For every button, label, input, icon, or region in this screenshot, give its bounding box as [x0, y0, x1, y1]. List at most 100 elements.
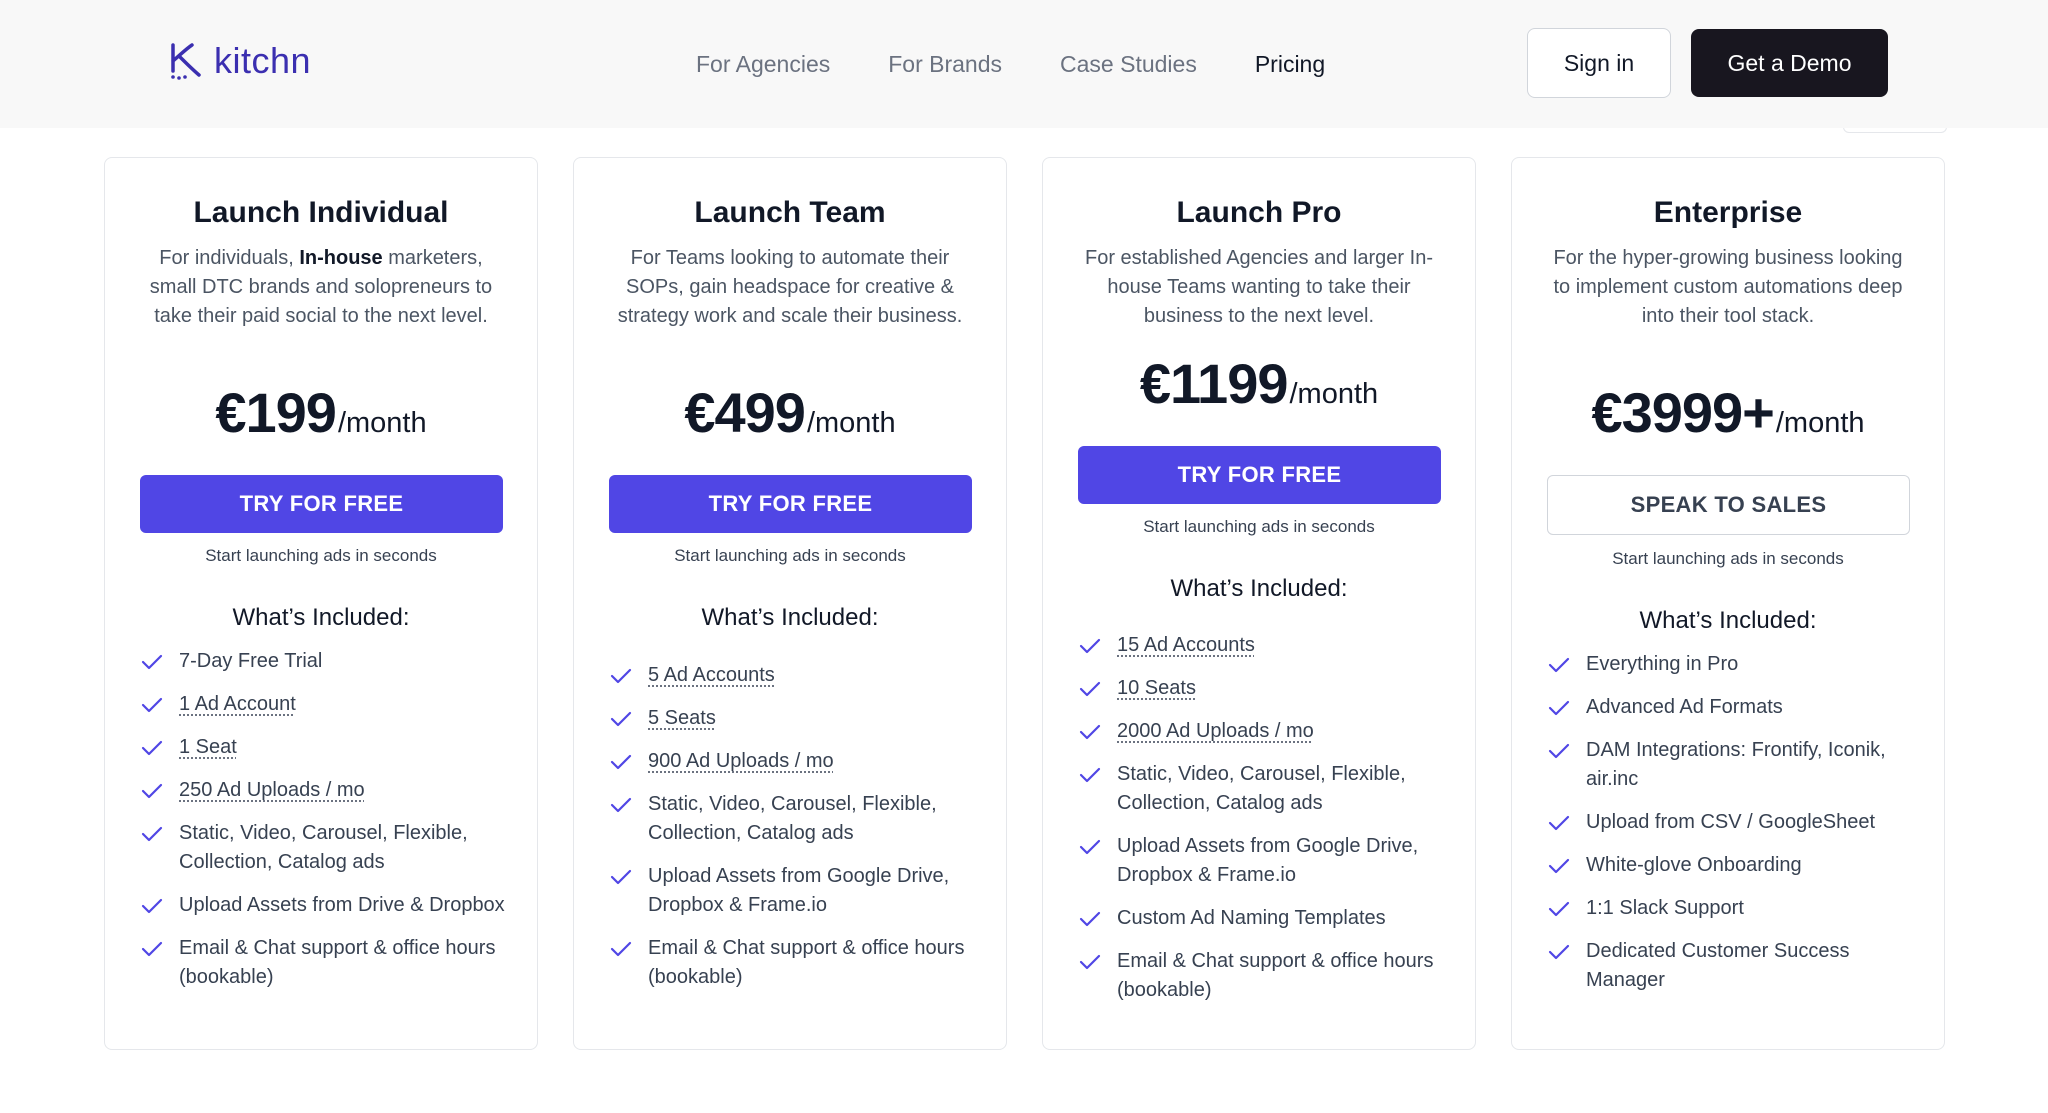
check-icon [1548, 743, 1570, 759]
feature-item: Upload Assets from Google Drive, Dropbox… [1079, 832, 1455, 890]
feature-item: Upload Assets from Google Drive, Dropbox… [610, 862, 986, 920]
nav-case-studies[interactable]: Case Studies [1060, 51, 1197, 78]
price-period: /month [806, 407, 896, 439]
feature-label: Upload Assets from Google Drive, Dropbox… [1117, 835, 1419, 886]
plan-card-launch-team: Launch Team For Teams looking to automat… [573, 157, 1007, 1050]
feature-label[interactable]: 2000 Ad Uploads / mo [1117, 720, 1314, 742]
feature-item: 250 Ad Uploads / mo [141, 776, 517, 805]
feature-label[interactable]: 1 Seat [179, 736, 237, 758]
check-icon [141, 740, 163, 756]
feature-item: 10 Seats [1079, 674, 1455, 703]
cta-subtext: Start launching ads in seconds [674, 546, 906, 565]
feature-label: DAM Integrations: Frontify, Iconik, air.… [1586, 739, 1886, 790]
price-period: /month [337, 407, 427, 439]
check-icon [1079, 638, 1101, 654]
check-icon [1079, 911, 1101, 927]
sign-in-button[interactable]: Sign in [1527, 28, 1671, 98]
feature-label[interactable]: 5 Seats [648, 707, 716, 729]
feature-item: Advanced Ad Formats [1548, 693, 1924, 722]
check-icon [1079, 724, 1101, 740]
feature-list: Everything in Pro Advanced Ad Formats DAM … [1548, 650, 1924, 1009]
check-icon [141, 654, 163, 670]
logo-text: kitchn [214, 40, 312, 81]
plan-card-enterprise: Enterprise For the hyper-growing busines… [1511, 157, 1945, 1050]
kitchn-logo-icon [171, 43, 201, 80]
feature-item: Static, Video, Carousel, Flexible, Colle… [141, 819, 517, 877]
plan-card-launch-pro: Launch Pro For established Agencies and … [1042, 157, 1476, 1050]
feature-label: Static, Video, Carousel, Flexible, Colle… [179, 822, 468, 873]
feature-label: Upload Assets from Drive & Dropbox [179, 894, 505, 916]
price-amount: €199 [215, 381, 337, 444]
feature-label: Email & Chat support & office hours (boo… [179, 937, 496, 988]
feature-label: Dedicated Customer Success Manager [1586, 940, 1850, 991]
check-icon [141, 826, 163, 842]
check-icon [1079, 839, 1101, 855]
feature-item: Email & Chat support & office hours (boo… [141, 934, 517, 992]
feature-item: DAM Integrations: Frontify, Iconik, air.… [1548, 736, 1924, 794]
price-amount: €499 [684, 381, 806, 444]
feature-label[interactable]: 1 Ad Account [179, 693, 296, 715]
nav-for-brands[interactable]: For Brands [888, 51, 1002, 78]
feature-item: Everything in Pro [1548, 650, 1924, 679]
feature-item: Upload from CSV / GoogleSheet [1548, 808, 1924, 837]
check-icon [1548, 657, 1570, 673]
get-demo-button[interactable]: Get a Demo [1691, 29, 1888, 97]
feature-item: 1 Ad Account [141, 690, 517, 719]
feature-item: Email & Chat support & office hours (boo… [610, 934, 986, 992]
check-icon [141, 898, 163, 914]
feature-label[interactable]: 15 Ad Accounts [1117, 634, 1255, 656]
whats-included-heading: What’s Included: [232, 604, 410, 631]
feature-label[interactable]: 5 Ad Accounts [648, 664, 775, 686]
feature-item: 900 Ad Uploads / mo [610, 747, 986, 776]
check-icon [1079, 681, 1101, 697]
nav-pricing[interactable]: Pricing [1255, 51, 1325, 78]
try-for-free-button[interactable]: TRY FOR FREE [140, 475, 503, 533]
plan-title: Launch Pro [1176, 196, 1342, 229]
feature-item: Custom Ad Naming Templates [1079, 904, 1455, 933]
feature-item: 15 Ad Accounts [1079, 631, 1455, 660]
check-icon [610, 754, 632, 770]
try-for-free-button[interactable]: TRY FOR FREE [1078, 446, 1441, 504]
speak-to-sales-button[interactable]: SPEAK TO SALES [1547, 475, 1910, 535]
cta-subtext: Start launching ads in seconds [205, 546, 437, 565]
plan-card-launch-individual: Launch Individual For individuals, In-ho… [104, 157, 538, 1050]
check-icon [141, 697, 163, 713]
check-icon [610, 668, 632, 684]
feature-label: Upload from CSV / GoogleSheet [1586, 811, 1876, 833]
plan-description: For individuals, In-house marketers, sma… [149, 247, 493, 327]
feature-list: 5 Ad Accounts 5 Seats 900 Ad Uploads / mo S… [610, 661, 986, 1006]
logo[interactable]: kitchn [168, 40, 311, 82]
check-icon [610, 797, 632, 813]
check-icon [610, 869, 632, 885]
feature-label: Upload Assets from Google Drive, Dropbox… [648, 865, 950, 916]
check-icon [1548, 858, 1570, 874]
plan-title: Launch Individual [193, 196, 449, 229]
check-icon [1548, 815, 1570, 831]
feature-item: 5 Seats [610, 704, 986, 733]
check-icon [1079, 954, 1101, 970]
feature-label: Email & Chat support & office hours (boo… [1117, 950, 1434, 1001]
try-for-free-button[interactable]: TRY FOR FREE [609, 475, 972, 533]
feature-label[interactable]: 900 Ad Uploads / mo [648, 750, 834, 772]
feature-label: White-glove Onboarding [1586, 854, 1802, 876]
feature-item: 7-Day Free Trial [141, 647, 517, 676]
whats-included-heading: What’s Included: [1639, 607, 1817, 634]
price-period: /month [1289, 378, 1379, 410]
feature-label[interactable]: 10 Seats [1117, 677, 1196, 699]
check-icon [1548, 944, 1570, 960]
feature-item: White-glove Onboarding [1548, 851, 1924, 880]
plan-description: For established Agencies and larger In-h… [1085, 247, 1433, 327]
feature-item: Email & Chat support & office hours (boo… [1079, 947, 1455, 1005]
feature-label: 7-Day Free Trial [179, 650, 323, 672]
plan-price: €199/month [105, 380, 537, 445]
plan-description: For Teams looking to automate their SOPs… [617, 247, 963, 327]
price-amount: €3999+ [1591, 381, 1774, 444]
nav-for-agencies[interactable]: For Agencies [696, 51, 830, 78]
check-icon [1079, 767, 1101, 783]
site-header: kitchn For Agencies For Brands Case Stud… [0, 0, 2048, 128]
feature-list: 15 Ad Accounts 10 Seats 2000 Ad Uploads / … [1079, 631, 1455, 1019]
feature-label[interactable]: 250 Ad Uploads / mo [179, 779, 365, 801]
check-icon [1548, 700, 1570, 716]
feature-item: Static, Video, Carousel, Flexible, Colle… [610, 790, 986, 848]
check-icon [1548, 901, 1570, 917]
